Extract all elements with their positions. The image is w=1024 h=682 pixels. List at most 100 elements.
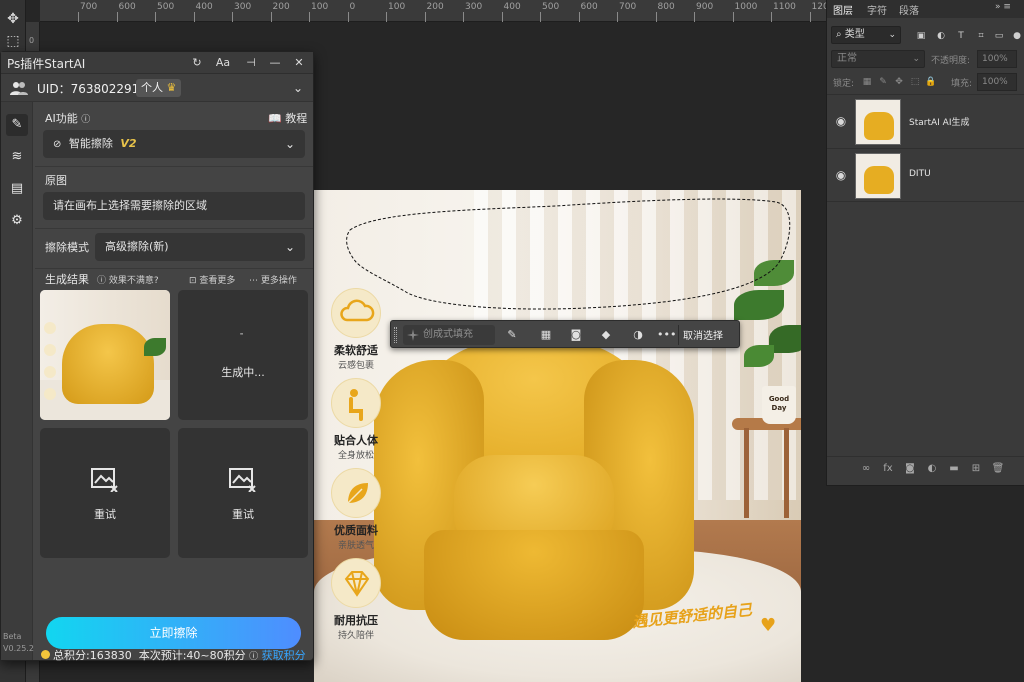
ruler-tick-mark xyxy=(232,12,233,22)
plan-badge-label: 个人 xyxy=(141,81,163,94)
layers-footer: ∞ fx ◙ ◐ ▬ ⊞ 🗑 xyxy=(827,456,1024,480)
filter-toggle-icon[interactable]: ● xyxy=(1011,30,1023,42)
layers-icon[interactable]: ≋ xyxy=(6,146,28,168)
panel-menu-icon[interactable]: » ≡ xyxy=(995,2,1011,12)
refresh-icon[interactable]: ↻ xyxy=(188,54,206,72)
feature-title: 柔软舒适 xyxy=(334,344,378,357)
font-size-icon[interactable]: Aa xyxy=(214,54,232,72)
fill-input[interactable]: 100% xyxy=(977,73,1017,91)
unsatisfied-link[interactable]: ⓘ 效果不满意? xyxy=(97,273,159,286)
divider xyxy=(35,228,313,229)
view-more-link[interactable]: ⊡ 查看更多 xyxy=(189,273,235,286)
gallery-icon: ⊡ xyxy=(189,276,197,286)
erase-mode-value: 高级擦除(新) xyxy=(105,240,169,253)
thumbnail-feature-dot xyxy=(44,344,56,356)
invert-selection-icon[interactable]: ▦ xyxy=(537,326,555,344)
ruler-tick-mark xyxy=(732,12,734,22)
ruler-tick-mark xyxy=(655,12,657,22)
feature-fabric: 优质面料 亲肤透气 xyxy=(326,468,386,551)
settings-icon[interactable]: ⚙ xyxy=(6,210,28,232)
mask-icon[interactable]: ◙ xyxy=(567,326,585,344)
result-thumbnail[interactable] xyxy=(40,290,170,420)
divider xyxy=(35,166,313,167)
heart-icon: ♥ xyxy=(760,615,777,636)
ruler-tick: 300 xyxy=(465,2,483,12)
new-group-icon[interactable]: ▬ xyxy=(947,462,961,476)
opacity-input[interactable]: 100% xyxy=(977,50,1017,68)
result-retry-tile[interactable]: 重试 xyxy=(178,428,308,558)
ruler-tick-mark xyxy=(771,12,772,22)
lock-row: 锁定: ▦ ✎ ✥ ⬚ 🔒 填充: 100% xyxy=(827,72,1024,92)
blend-mode-value: 正常 xyxy=(837,53,857,64)
photoshop-window: ✥ ⬚ 700 600 500 400 300 200 100 0 100 200 300 400 50… xyxy=(0,0,1024,682)
lock-all-icon[interactable]: 🔒 xyxy=(925,76,937,88)
move-tool-icon[interactable]: ✥ xyxy=(2,8,24,30)
info-icon: ⓘ xyxy=(97,276,107,286)
result-retry-tile[interactable]: 重试 xyxy=(40,428,170,558)
minimize-icon[interactable]: — xyxy=(266,54,284,72)
mug-text: Good xyxy=(768,395,790,403)
ai-function-select[interactable]: ⊘ 智能擦除 V2 ⌄ xyxy=(43,130,305,158)
delete-layer-icon[interactable]: 🗑 xyxy=(991,462,1005,476)
tab-paragraph[interactable]: 段落 xyxy=(899,2,919,17)
tab-layers[interactable]: 图层 xyxy=(833,2,853,17)
ruler-tick-mark xyxy=(270,12,272,22)
plan-badge[interactable]: 个人 ♛ xyxy=(136,79,182,97)
visibility-eye-icon[interactable]: ◉ xyxy=(833,113,849,129)
layer-row[interactable]: ◉ StartAI AI生成 xyxy=(827,94,1024,148)
chevron-down-icon[interactable]: ⌄ xyxy=(288,78,308,98)
blend-mode-select[interactable]: 正常 ⌄ xyxy=(831,50,925,68)
more-options-icon[interactable]: ••• xyxy=(657,326,676,344)
fx-icon[interactable]: fx xyxy=(881,462,895,476)
edit-icon[interactable]: ✎ xyxy=(6,114,28,136)
visibility-eye-icon[interactable]: ◉ xyxy=(833,167,849,183)
lock-image-icon[interactable]: ✎ xyxy=(877,76,889,88)
fill-bucket-icon[interactable]: ◆ xyxy=(597,326,615,344)
lasso-selection[interactable] xyxy=(346,192,800,312)
ruler-tick-mark xyxy=(540,12,541,22)
more-actions-link[interactable]: ⋯ 更多操作 xyxy=(249,273,297,286)
adjustment-icon[interactable]: ◑ xyxy=(629,326,647,344)
brush-edit-icon[interactable]: ✎ xyxy=(503,326,521,344)
pin-icon[interactable]: ⊣ xyxy=(242,54,260,72)
erase-now-button[interactable]: 立即擦除 xyxy=(46,617,301,649)
unsatisfied-label: 效果不满意? xyxy=(108,276,159,286)
ruler-tick: 500 xyxy=(542,2,560,12)
lock-label: 锁定: xyxy=(833,79,855,89)
shape-filter-icon[interactable]: ⌗ xyxy=(975,30,987,42)
link-layers-icon[interactable]: ∞ xyxy=(859,462,873,476)
new-layer-icon[interactable]: ⊞ xyxy=(969,462,983,476)
feature-subtitle: 亲肤透气 xyxy=(337,541,374,551)
lock-transparent-icon[interactable]: ▦ xyxy=(861,76,873,88)
tab-character[interactable]: 字符 xyxy=(867,2,887,17)
pixel-filter-icon[interactable]: ▣ xyxy=(915,30,927,42)
layer-row[interactable]: ◉ DITU xyxy=(827,148,1024,202)
smart-object-filter-icon[interactable]: ▭ xyxy=(993,30,1005,42)
drag-handle[interactable] xyxy=(394,327,397,343)
total-credits: 总积分:163830 xyxy=(53,649,132,662)
ruler-tick: 200 xyxy=(272,2,290,12)
source-field[interactable]: 请在画布上选择需要擦除的区域 xyxy=(43,192,305,220)
feature-subtitle: 全身放松 xyxy=(337,451,374,461)
kind-filter-select[interactable]: ⌕ 类型 ⌄ xyxy=(831,26,901,44)
account-bar: UID：763802291 个人 ♛ ⌄ xyxy=(1,74,313,102)
ruler-tick-mark xyxy=(424,12,426,22)
close-icon[interactable]: ✕ xyxy=(290,54,308,72)
artboard-tool-icon[interactable]: ⬚ xyxy=(2,30,24,52)
tutorial-link[interactable]: 📖 教程 xyxy=(268,110,307,126)
lock-artboard-icon[interactable]: ⬚ xyxy=(909,76,921,88)
erase-mode-select[interactable]: 高级擦除(新) ⌄ xyxy=(95,233,305,261)
search-icon: ⌕ xyxy=(836,29,842,40)
feature-subtitle: 持久陪伴 xyxy=(337,631,374,641)
generative-fill-button[interactable]: 创成式填充 xyxy=(403,325,495,345)
document-icon[interactable]: ▤ xyxy=(6,178,28,200)
add-mask-icon[interactable]: ◙ xyxy=(903,462,917,476)
deselect-button[interactable]: 取消选择 xyxy=(683,327,723,342)
adjustment-filter-icon[interactable]: ◐ xyxy=(935,30,947,42)
get-credits-link[interactable]: 获取积分 xyxy=(262,649,306,662)
adjustment-layer-icon[interactable]: ◐ xyxy=(925,462,939,476)
type-filter-icon[interactable]: T xyxy=(955,30,967,42)
sitting-person-icon xyxy=(331,378,381,428)
lock-position-icon[interactable]: ✥ xyxy=(893,76,905,88)
plugin-title-bar[interactable]: Ps插件StartAI ↻ Aa ⊣ — ✕ xyxy=(1,52,313,74)
